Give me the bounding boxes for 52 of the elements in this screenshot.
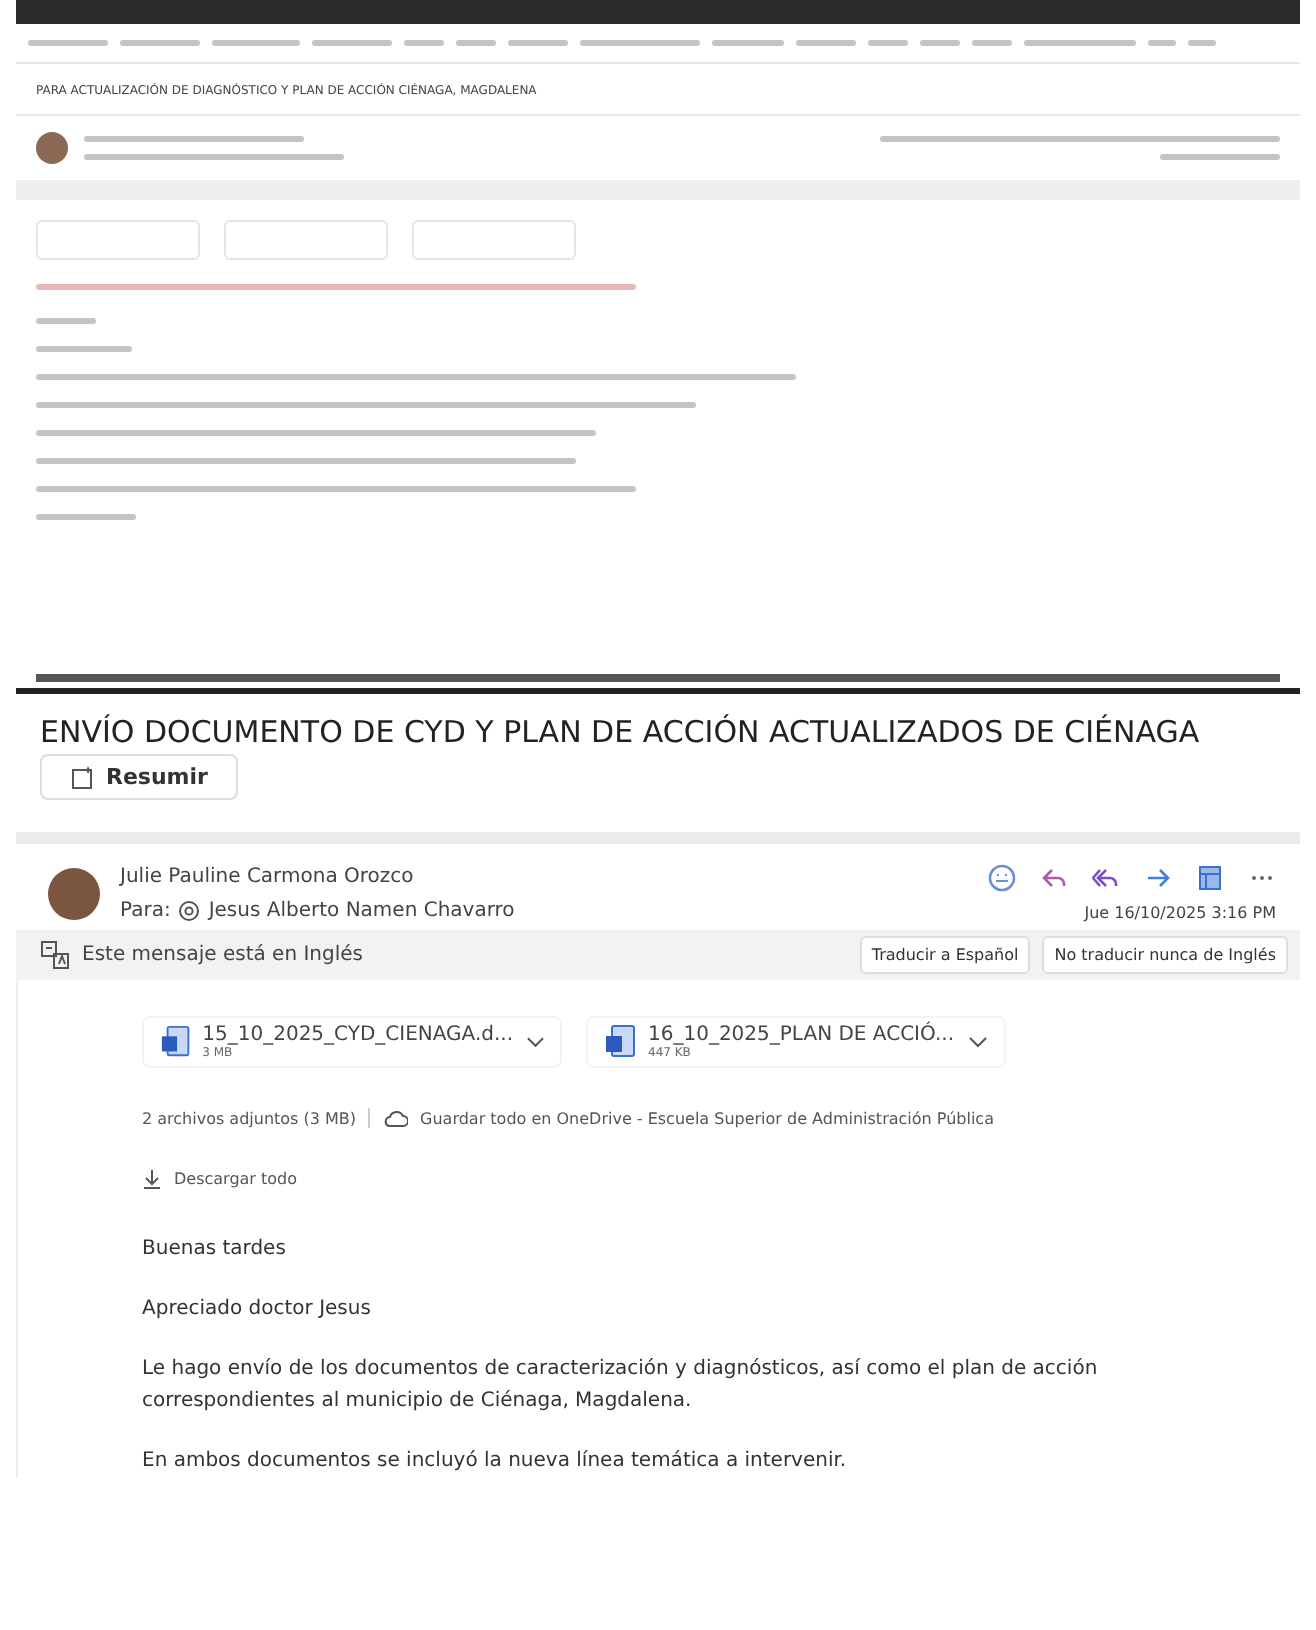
body-paragraph: Le hago envío de los documentos de caracterización y diagnósticos, así como el plan de acción correspondientes al municipio de Ciénaga, Magdalena. [142, 1356, 1100, 1416]
blurred-text [36, 318, 96, 324]
to-label: Para: [120, 899, 171, 921]
blurred-text [508, 40, 568, 46]
document-icon [604, 1024, 636, 1060]
recipient-name[interactable]: Jesus Alberto Namen Chavarro [208, 899, 515, 921]
reply-icon[interactable] [1040, 864, 1068, 892]
blurred-text [920, 40, 960, 46]
avatar [36, 132, 68, 164]
save-to-onedrive-link[interactable]: Guardar todo en OneDrive - Escuela Superior de Administración Pública [420, 1109, 994, 1127]
document-icon [160, 1024, 191, 1060]
reply-all-icon[interactable] [1092, 864, 1120, 892]
blurred-text [36, 514, 136, 520]
never-translate-button[interactable]: No traducir nunca de Inglés [1042, 936, 1288, 974]
chevron-down-icon[interactable] [968, 1036, 988, 1048]
attachments-summary: 2 archivos adjuntos (3 MB) [142, 1109, 357, 1127]
blurred-text [712, 40, 784, 46]
body-paragraph: Buenas tardes [142, 1236, 288, 1264]
translate-button[interactable]: Traducir a Español [859, 936, 1031, 974]
sender-name[interactable]: Julie Pauline Carmona Orozco [120, 865, 515, 887]
summarize-button[interactable]: Resumir [40, 754, 238, 800]
blurred-text [120, 40, 200, 46]
blurred-text [1160, 154, 1280, 160]
email-subject: ENVÍO DOCUMENTO DE CYD Y PLAN DE ACCIÓN ACTUALIZADOS DE CIÉNAGA [38, 712, 1202, 754]
body-paragraph: En ambos documentos se incluyó la nueva línea temática a intervenir. [142, 1448, 849, 1476]
body-paragraph: Apreciado doctor Jesus [142, 1296, 373, 1324]
blurred-text [580, 40, 700, 46]
blurred-text [1148, 40, 1176, 46]
attachment-name: 16_10_2025_PLAN DE ACCIÓ... [648, 1024, 956, 1046]
blurred-text [868, 40, 908, 46]
avatar [48, 867, 100, 919]
email-date: Jue 16/10/2025 3:16 PM [1084, 904, 1276, 922]
blurred-text [28, 40, 108, 46]
blurred-text [36, 346, 132, 352]
blurred-text [796, 40, 856, 46]
attachment-name: 15_10_2025_CYD_CIENAGA.d... [202, 1024, 514, 1046]
blurred-text [212, 40, 300, 46]
blurred-text [972, 40, 1012, 46]
forward-icon[interactable] [1144, 864, 1172, 892]
chevron-down-icon[interactable] [525, 1036, 544, 1048]
blurred-text [456, 40, 496, 46]
blurred-text [404, 40, 444, 46]
summary-icon [70, 764, 96, 790]
translate-icon [40, 940, 70, 970]
blurred-text [312, 40, 392, 46]
blurred-text [1024, 40, 1136, 46]
blurred-text [1188, 40, 1216, 46]
download-all-link[interactable]: Descargar todo [174, 1170, 298, 1188]
translation-message: Este mensaje está en Inglés [82, 944, 363, 966]
emoji-icon[interactable] [988, 864, 1016, 892]
download-icon[interactable] [142, 1168, 162, 1190]
cloud-icon[interactable] [382, 1109, 409, 1127]
